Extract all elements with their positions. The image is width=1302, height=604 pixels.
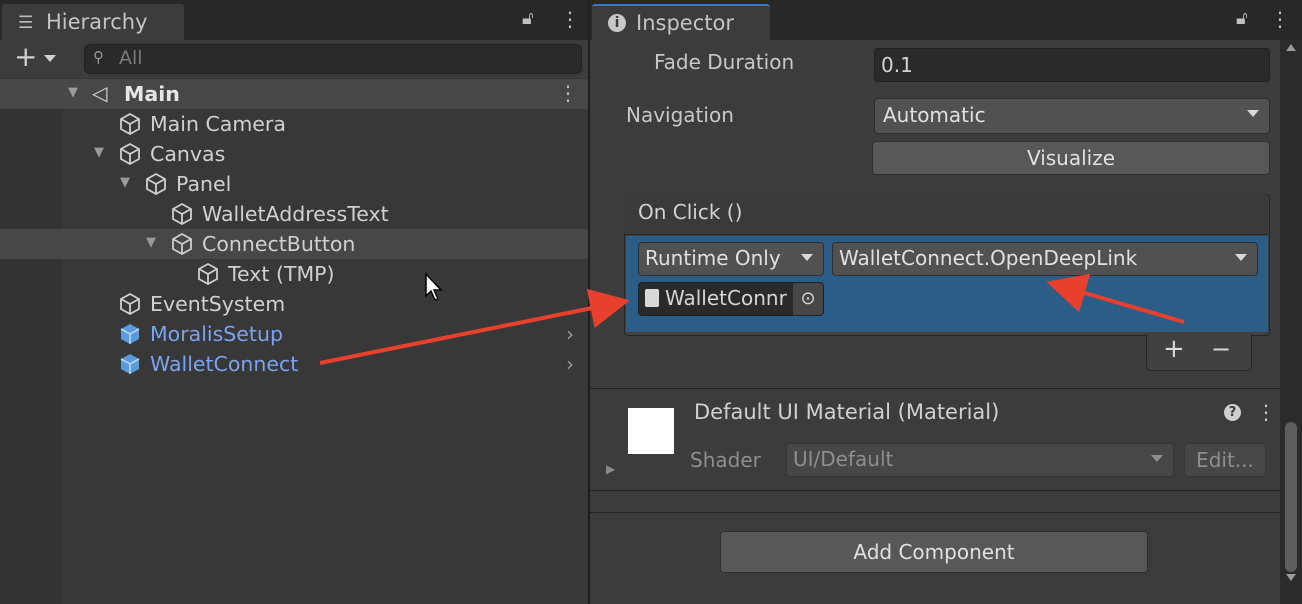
- annotation-arrow: [319, 288, 630, 365]
- annotation-arrow: [1046, 273, 1185, 324]
- annotation-overlay: [319, 273, 1185, 365]
